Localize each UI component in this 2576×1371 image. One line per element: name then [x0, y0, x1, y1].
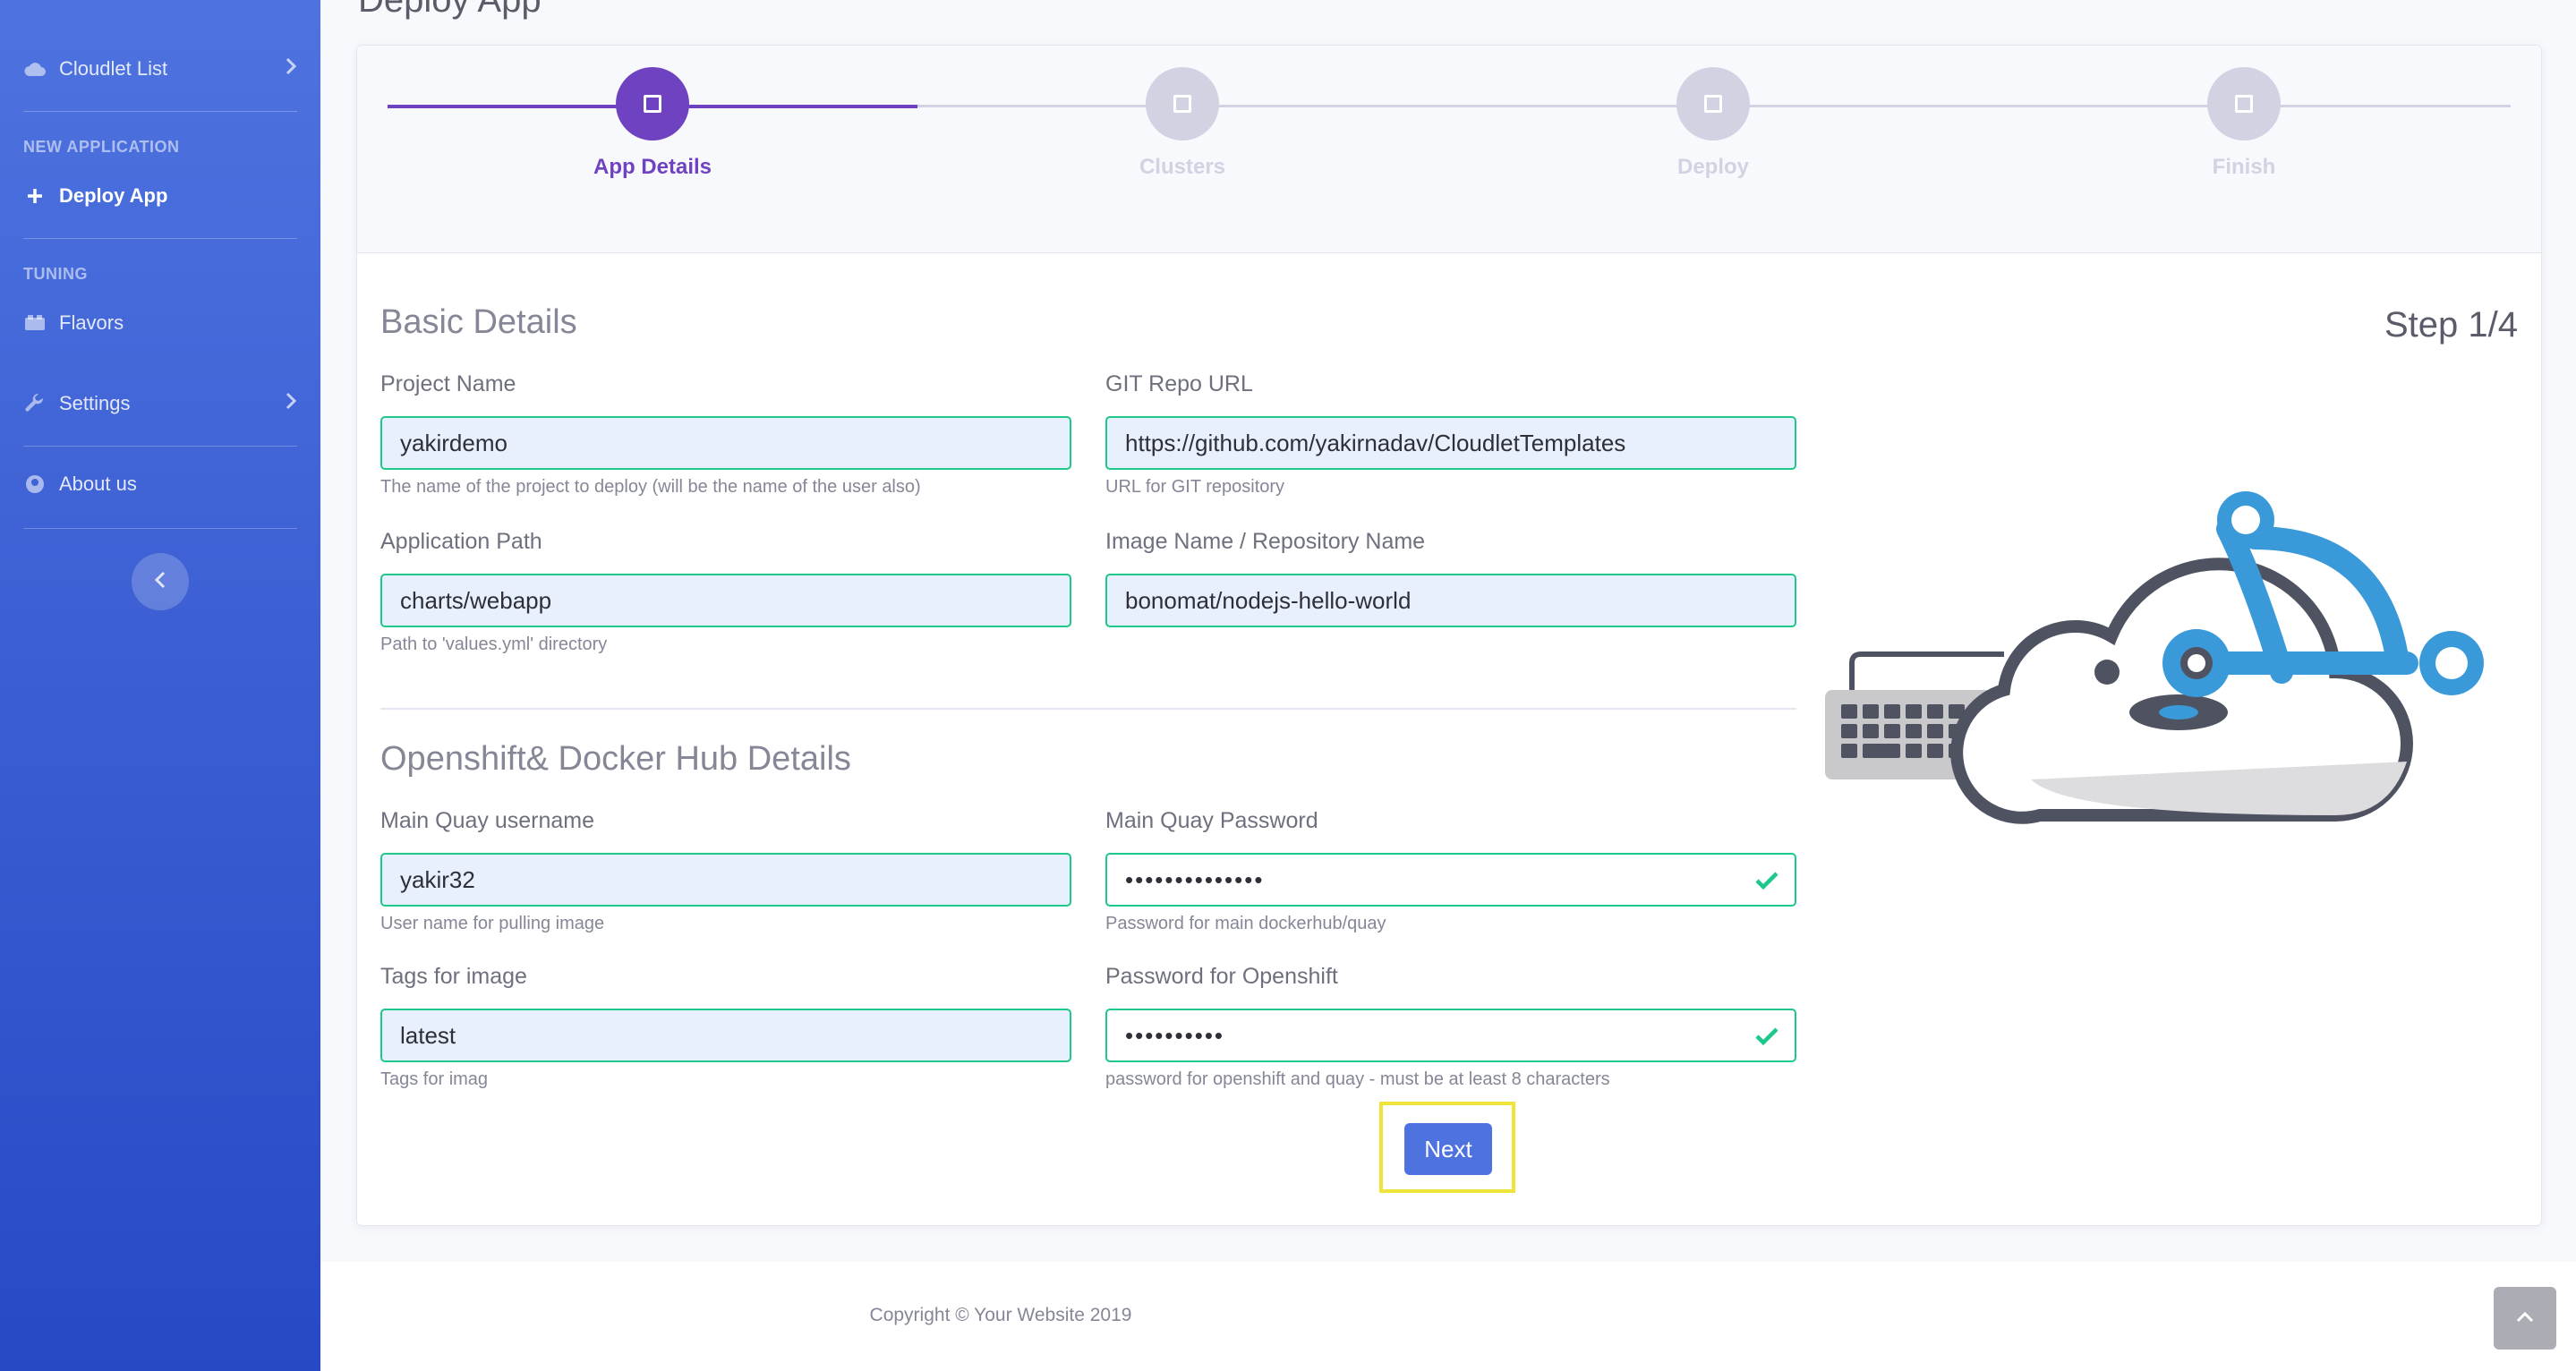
- box-icon: [23, 311, 47, 335]
- tags-label: Tags for image: [380, 964, 527, 989]
- step-finish[interactable]: Finish: [2206, 67, 2282, 179]
- sidebar-item-about-us[interactable]: About us: [23, 473, 297, 496]
- step-app-details[interactable]: App Details: [593, 67, 712, 179]
- sidebar-item-cloudlet-list[interactable]: Cloudlet List: [23, 57, 297, 81]
- page-title: Deploy App: [358, 0, 542, 20]
- step-deploy[interactable]: Deploy: [1676, 67, 1751, 179]
- password-dots: ••••••••••••••: [1125, 865, 1265, 893]
- section-title-openshift: Openshift& Docker Hub Details: [380, 740, 851, 778]
- sidebar-divider: [23, 111, 297, 112]
- chevron-left-icon: [154, 571, 166, 593]
- tags-input[interactable]: latest: [380, 1009, 1071, 1062]
- section-divider: [380, 708, 1796, 710]
- square-icon: [2235, 95, 2253, 113]
- sidebar-item-label: Flavors: [59, 311, 124, 334]
- sidebar-item-label: Settings: [59, 392, 131, 414]
- chevron-up-icon: [2516, 1310, 2534, 1327]
- openshift-password-label: Password for Openshift: [1105, 964, 1338, 989]
- git-repo-label: GIT Repo URL: [1105, 371, 1253, 396]
- sidebar-item-flavors[interactable]: Flavors: [23, 311, 297, 335]
- footer: Copyright © Your Website 2019: [320, 1262, 2576, 1371]
- quay-password-input[interactable]: ••••••••••••••: [1105, 853, 1796, 907]
- copyright-text: Copyright © Your Website 2019: [869, 1305, 1132, 1325]
- quay-password-label: Main Quay Password: [1105, 808, 1318, 833]
- sidebar-heading-tuning: TUNING: [23, 265, 88, 283]
- check-icon: [1753, 1023, 1780, 1050]
- app-path-input[interactable]: charts/webapp: [380, 574, 1071, 627]
- step-label: Clusters: [1139, 155, 1226, 179]
- git-repo-input[interactable]: https://github.com/yakirnadav/CloudletTe…: [1105, 416, 1796, 470]
- sidebar-toggle-button[interactable]: [132, 553, 189, 610]
- sidebar-item-settings[interactable]: Settings: [23, 392, 297, 415]
- sidebar-divider: [23, 528, 297, 529]
- sidebar-heading-new-application: NEW APPLICATION: [23, 138, 180, 156]
- deploy-wizard-card: App Details Clusters Deploy Finish Step …: [356, 45, 2542, 1226]
- sidebar: Cloudlet List NEW APPLICATION Deploy App…: [0, 0, 320, 1371]
- step-label: Deploy: [1676, 155, 1749, 179]
- quay-username-hint: User name for pulling image: [380, 914, 605, 933]
- square-icon: [1704, 95, 1722, 113]
- sidebar-divider: [23, 446, 297, 447]
- step-label: Finish: [2212, 155, 2276, 179]
- chevron-right-icon: [285, 57, 297, 81]
- step-counter: Step 1/4: [2384, 305, 2518, 345]
- image-name-input[interactable]: bonomat/nodejs-hello-world: [1105, 574, 1796, 627]
- square-icon: [644, 95, 661, 113]
- step-label: App Details: [593, 155, 712, 179]
- wrench-icon: [23, 392, 47, 415]
- git-repo-hint: URL for GIT repository: [1105, 477, 1285, 497]
- square-icon: [1173, 95, 1191, 113]
- cloud-git-illustration: [1825, 491, 2484, 824]
- check-icon: [1753, 867, 1780, 894]
- step-indicator: [1146, 67, 1219, 141]
- sidebar-item-deploy-app[interactable]: Deploy App: [23, 184, 297, 208]
- step-clusters[interactable]: Clusters: [1139, 67, 1225, 179]
- quay-username-label: Main Quay username: [380, 808, 595, 833]
- project-name-label: Project Name: [380, 371, 516, 396]
- stepper-header: App Details Clusters Deploy Finish: [357, 46, 2541, 253]
- project-name-hint: The name of the project to deploy (will …: [380, 477, 921, 497]
- app-path-label: Application Path: [380, 529, 542, 554]
- section-title-basic-details: Basic Details: [380, 303, 577, 341]
- project-name-input[interactable]: yakirdemo: [380, 416, 1071, 470]
- sidebar-divider: [23, 238, 297, 239]
- app-path-hint: Path to 'values.yml' directory: [380, 634, 608, 654]
- cloud-eye: [2094, 660, 2120, 685]
- user-circle-icon: [23, 473, 47, 496]
- step-indicator: [616, 67, 689, 141]
- image-name-label: Image Name / Repository Name: [1105, 529, 1426, 554]
- password-dots: ••••••••••: [1125, 1021, 1225, 1049]
- step-indicator: [2207, 67, 2281, 141]
- scroll-to-top-button[interactable]: [2494, 1287, 2556, 1350]
- sidebar-item-label: Deploy App: [59, 184, 168, 207]
- step-indicator: [1676, 67, 1750, 141]
- sidebar-item-label: Cloudlet List: [59, 57, 168, 80]
- openshift-password-hint: password for openshift and quay - must b…: [1105, 1069, 1610, 1089]
- quay-password-hint: Password for main dockerhub/quay: [1105, 914, 1386, 933]
- chevron-right-icon: [285, 392, 297, 415]
- next-button-highlight: Next: [1379, 1102, 1515, 1193]
- next-button[interactable]: Next: [1404, 1123, 1492, 1175]
- plus-icon: [23, 184, 47, 208]
- tags-hint: Tags for imag: [380, 1069, 489, 1089]
- cloud-icon: [23, 57, 47, 81]
- quay-username-input[interactable]: yakir32: [380, 853, 1071, 907]
- openshift-password-input[interactable]: ••••••••••: [1105, 1009, 1796, 1062]
- sidebar-item-label: About us: [59, 473, 137, 495]
